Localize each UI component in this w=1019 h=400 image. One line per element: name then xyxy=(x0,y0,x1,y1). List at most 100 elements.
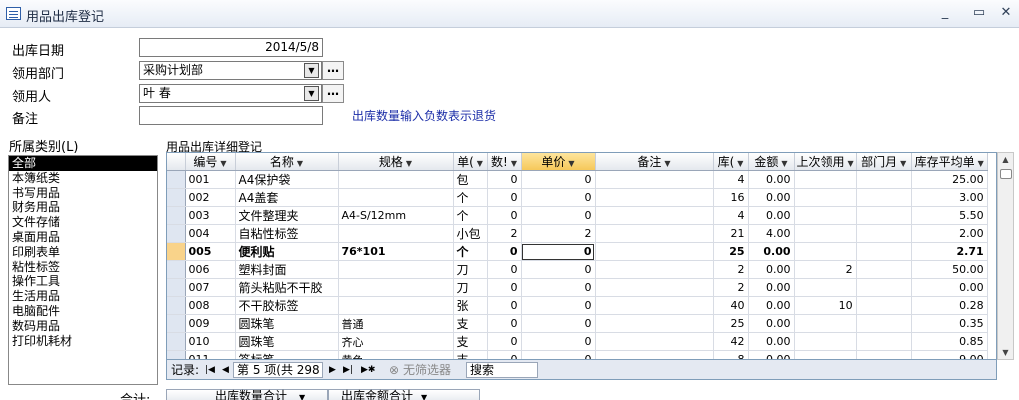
table-cell[interactable]: 4 xyxy=(713,170,749,189)
table-cell[interactable] xyxy=(794,314,857,333)
table-cell[interactable]: 0 xyxy=(487,260,522,279)
sort-dropdown-icon[interactable]: ▼ xyxy=(737,159,743,168)
table-cell[interactable]: 2 xyxy=(487,224,522,243)
table-cell[interactable]: 便利贴 xyxy=(235,242,339,261)
grid-vertical-scrollbar[interactable]: ▲ ▼ xyxy=(997,152,1014,360)
table-cell[interactable]: 刀 xyxy=(453,278,488,297)
table-row[interactable]: 006 塑料封面刀 0 0 2 0.00 2 50.00 xyxy=(167,260,988,279)
table-cell[interactable]: 0.00 xyxy=(748,314,795,333)
table-cell[interactable]: 4.00 xyxy=(748,224,795,243)
table-cell[interactable] xyxy=(595,314,714,333)
table-cell[interactable]: 005 xyxy=(185,242,236,261)
row-selector[interactable] xyxy=(167,296,186,315)
select-all-header[interactable] xyxy=(167,153,186,171)
table-row[interactable]: 009 圆珠笔 普通支 0 0 25 0.00 0.35 xyxy=(167,314,988,333)
table-cell[interactable]: 001 xyxy=(185,170,236,189)
table-cell[interactable] xyxy=(856,260,912,279)
row-selector[interactable] xyxy=(167,314,186,333)
row-selector[interactable] xyxy=(167,206,186,225)
table-cell[interactable]: 004 xyxy=(185,224,236,243)
table-cell[interactable] xyxy=(856,224,912,243)
table-cell[interactable] xyxy=(338,188,454,207)
table-cell[interactable]: 0 xyxy=(487,206,522,225)
table-cell[interactable]: 签标笔 xyxy=(235,350,339,359)
table-cell[interactable]: 0 xyxy=(521,350,596,359)
table-cell[interactable]: 支 xyxy=(453,350,488,359)
table-cell[interactable] xyxy=(595,350,714,359)
table-cell[interactable]: 2 xyxy=(521,224,596,243)
table-cell[interactable]: 0 xyxy=(521,188,596,207)
table-row[interactable]: 011 签标笔 黄色支 0 0 8 0.00 9.00 xyxy=(167,350,988,359)
table-cell[interactable] xyxy=(794,188,857,207)
column-header[interactable]: 金额 ▼ xyxy=(748,153,795,171)
category-item[interactable]: 本簿纸类 xyxy=(9,171,157,186)
table-cell[interactable] xyxy=(856,314,912,333)
table-cell[interactable] xyxy=(856,278,912,297)
table-cell[interactable]: 008 xyxy=(185,296,236,315)
table-cell[interactable]: 25.00 xyxy=(911,170,988,189)
dept-dropdown-icon[interactable]: ▼ xyxy=(304,63,319,78)
table-cell[interactable]: 009 xyxy=(185,314,236,333)
table-cell[interactable] xyxy=(794,242,857,261)
table-cell[interactable] xyxy=(856,242,912,261)
category-item[interactable]: 打印机耗材 xyxy=(9,334,157,349)
table-cell[interactable]: 5.50 xyxy=(911,206,988,225)
column-header[interactable]: 单价 ▼ xyxy=(521,153,596,171)
category-item[interactable]: 桌面用品 xyxy=(9,230,157,245)
table-cell[interactable]: 0.28 xyxy=(911,296,988,315)
sort-dropdown-icon[interactable]: ▼ xyxy=(297,159,303,168)
table-cell[interactable]: 0.00 xyxy=(911,278,988,297)
dept-more-button[interactable]: … xyxy=(322,61,344,80)
table-cell[interactable]: 0 xyxy=(487,332,522,351)
table-row[interactable]: 010 圆珠笔 齐心支 0 0 42 0.00 0.85 xyxy=(167,332,988,351)
table-cell[interactable]: 50.00 xyxy=(911,260,988,279)
column-header[interactable]: 库(▼ xyxy=(713,153,749,171)
table-cell[interactable] xyxy=(338,170,454,189)
table-cell[interactable]: 0.00 xyxy=(748,296,795,315)
table-cell[interactable] xyxy=(595,206,714,225)
category-item[interactable]: 数码用品 xyxy=(9,319,157,334)
row-selector[interactable] xyxy=(167,332,186,351)
record-position-field[interactable]: 第 5 项(共 298 项 xyxy=(233,362,323,378)
minimize-icon[interactable]: _ xyxy=(934,4,956,22)
scroll-thumb[interactable] xyxy=(1000,169,1012,179)
person-more-button[interactable]: … xyxy=(322,84,344,103)
table-cell[interactable]: 0.00 xyxy=(748,188,795,207)
table-cell[interactable] xyxy=(794,170,857,189)
table-cell[interactable]: 0.00 xyxy=(748,332,795,351)
filter-icon[interactable]: ⊗ xyxy=(389,362,399,378)
table-cell[interactable]: 文件整理夹 xyxy=(235,206,339,225)
table-cell[interactable]: 21 xyxy=(713,224,749,243)
table-cell[interactable]: 3.00 xyxy=(911,188,988,207)
detail-datasheet[interactable]: 编号 ▼ 名称 ▼ 规格 ▼ 单(▼ 数! ▼ 单价 ▼ 备注 ▼ 库(▼ 金额 ▼ 上次领用 ▼ 部门月 ▼ 库存平均… xyxy=(166,152,997,360)
table-cell[interactable] xyxy=(595,260,714,279)
table-cell[interactable]: 普通 xyxy=(338,314,454,333)
scroll-down-icon[interactable]: ▼ xyxy=(998,348,1013,357)
table-cell[interactable]: 011 xyxy=(185,350,236,359)
table-cell[interactable] xyxy=(595,296,714,315)
table-row[interactable]: 001 A4保护袋包 0 0 4 0.00 25.00 xyxy=(167,170,988,189)
column-header[interactable]: 数! ▼ xyxy=(487,153,522,171)
sort-dropdown-icon[interactable]: ▼ xyxy=(900,159,906,168)
row-selector[interactable] xyxy=(167,224,186,243)
category-item[interactable]: 全部 xyxy=(9,156,157,171)
table-cell[interactable]: A4-S/12mm xyxy=(338,206,454,225)
table-cell[interactable] xyxy=(595,188,714,207)
column-header[interactable]: 单(▼ xyxy=(453,153,488,171)
table-cell[interactable]: 9.00 xyxy=(911,350,988,359)
table-cell[interactable]: 10 xyxy=(794,296,857,315)
table-cell[interactable] xyxy=(856,188,912,207)
table-cell[interactable] xyxy=(595,332,714,351)
table-cell[interactable]: 0 xyxy=(521,278,596,297)
table-cell[interactable]: 4 xyxy=(713,206,749,225)
note-field[interactable] xyxy=(139,106,323,125)
category-item[interactable]: 书写用品 xyxy=(9,186,157,201)
sort-dropdown-icon[interactable]: ▼ xyxy=(568,159,574,168)
table-cell[interactable] xyxy=(794,332,857,351)
last-record-icon[interactable]: ▶| xyxy=(343,362,353,378)
next-record-icon[interactable]: ▶ xyxy=(329,362,336,378)
table-row[interactable]: 002 A4盖套个 0 0 16 0.00 3.00 xyxy=(167,188,988,207)
table-cell[interactable]: 塑料封面 xyxy=(235,260,339,279)
table-cell[interactable]: 25 xyxy=(713,242,749,261)
table-cell[interactable] xyxy=(794,224,857,243)
